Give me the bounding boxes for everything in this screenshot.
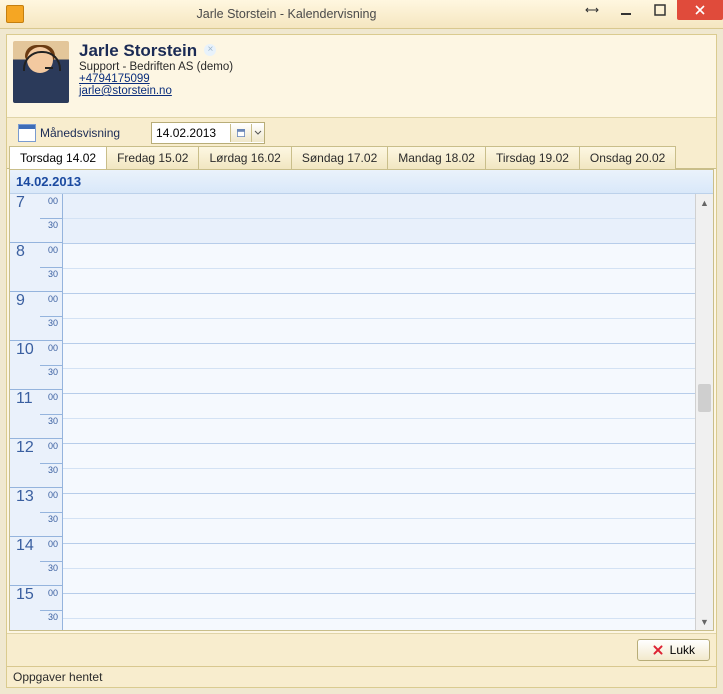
hour-label: 70030 (10, 194, 62, 243)
close-button[interactable]: Lukk (637, 639, 710, 661)
title-bar: Jarle Storstein - Kalendervisning (0, 0, 723, 29)
close-icon (652, 644, 664, 656)
day-tab[interactable]: Søndag 17.02 (291, 146, 388, 169)
hour-label: 90030 (10, 292, 62, 341)
footer-buttons: Lukk (7, 633, 716, 666)
status-bar: Oppgaver hentet (7, 666, 716, 687)
close-window-button[interactable] (677, 0, 723, 20)
contact-email-link[interactable]: jarle@storstein.no (79, 85, 172, 97)
month-view-button[interactable]: Månedsvisning (11, 121, 127, 145)
hour-label: 110030 (10, 390, 62, 439)
minimize-button[interactable] (609, 0, 643, 20)
toolbar: Månedsvisning (7, 117, 716, 145)
month-view-label: Månedsvisning (40, 126, 120, 140)
time-slot[interactable] (63, 594, 695, 619)
contact-role: Support - Bedriften AS (demo) (79, 61, 233, 73)
time-slot[interactable] (63, 619, 695, 630)
hour-label: 120030 (10, 439, 62, 488)
time-slots[interactable] (63, 194, 695, 630)
status-text: Oppgaver hentet (13, 670, 102, 684)
date-picker-dropdown[interactable] (251, 124, 264, 142)
calendar-icon (18, 124, 36, 142)
contact-phone-link[interactable]: +4794175099 (79, 73, 150, 85)
time-slot[interactable] (63, 344, 695, 369)
time-gutter: 7003080030900301000301100301200301300301… (10, 194, 63, 630)
time-slot[interactable] (63, 569, 695, 594)
time-slot[interactable] (63, 194, 695, 219)
contact-name: Jarle Storstein (79, 41, 197, 61)
date-picker[interactable] (151, 122, 265, 144)
time-slot[interactable] (63, 244, 695, 269)
hour-label: 130030 (10, 488, 62, 537)
day-tab[interactable]: Lørdag 16.02 (198, 146, 291, 169)
time-slot[interactable] (63, 394, 695, 419)
time-slot[interactable] (63, 519, 695, 544)
hour-label: 100030 (10, 341, 62, 390)
day-tab[interactable]: Tirsdag 19.02 (485, 146, 580, 169)
date-input[interactable] (152, 124, 230, 142)
time-slot[interactable] (63, 219, 695, 244)
scroll-down-icon[interactable]: ▼ (696, 613, 713, 630)
maximize-button[interactable] (643, 0, 677, 20)
day-tab[interactable]: Torsdag 14.02 (9, 146, 107, 169)
hour-label: 150030 (10, 586, 62, 630)
day-tabs: Torsdag 14.02Fredag 15.02Lørdag 16.02Søn… (7, 145, 716, 169)
day-tab[interactable]: Mandag 18.02 (387, 146, 486, 169)
time-slot[interactable] (63, 369, 695, 394)
window-controls (575, 0, 723, 20)
day-header: 14.02.2013 (10, 170, 713, 194)
time-slot[interactable] (63, 469, 695, 494)
avatar (13, 41, 69, 103)
clear-contact-icon[interactable]: × (204, 44, 216, 56)
app-icon (6, 5, 24, 23)
resize-handle-icon[interactable] (575, 0, 609, 20)
window-title: Jarle Storstein - Kalendervisning (30, 7, 543, 21)
scroll-thumb[interactable] (698, 384, 711, 412)
time-slot[interactable] (63, 319, 695, 344)
hour-label: 140030 (10, 537, 62, 586)
time-slot[interactable] (63, 444, 695, 469)
close-button-label: Lukk (670, 643, 695, 657)
day-tab[interactable]: Fredag 15.02 (106, 146, 199, 169)
scroll-up-icon[interactable]: ▲ (696, 194, 713, 211)
contact-header: Jarle Storstein × Support - Bedriften AS… (7, 35, 716, 117)
date-picker-toggle[interactable] (230, 124, 251, 142)
hour-label: 80030 (10, 243, 62, 292)
time-slot[interactable] (63, 269, 695, 294)
time-slot[interactable] (63, 494, 695, 519)
time-slot[interactable] (63, 419, 695, 444)
vertical-scrollbar[interactable]: ▲ ▼ (695, 194, 713, 630)
time-slot[interactable] (63, 294, 695, 319)
day-tab[interactable]: Onsdag 20.02 (579, 146, 676, 169)
time-slot[interactable] (63, 544, 695, 569)
calendar-view: 14.02.2013 70030800309003010003011003012… (9, 169, 714, 631)
